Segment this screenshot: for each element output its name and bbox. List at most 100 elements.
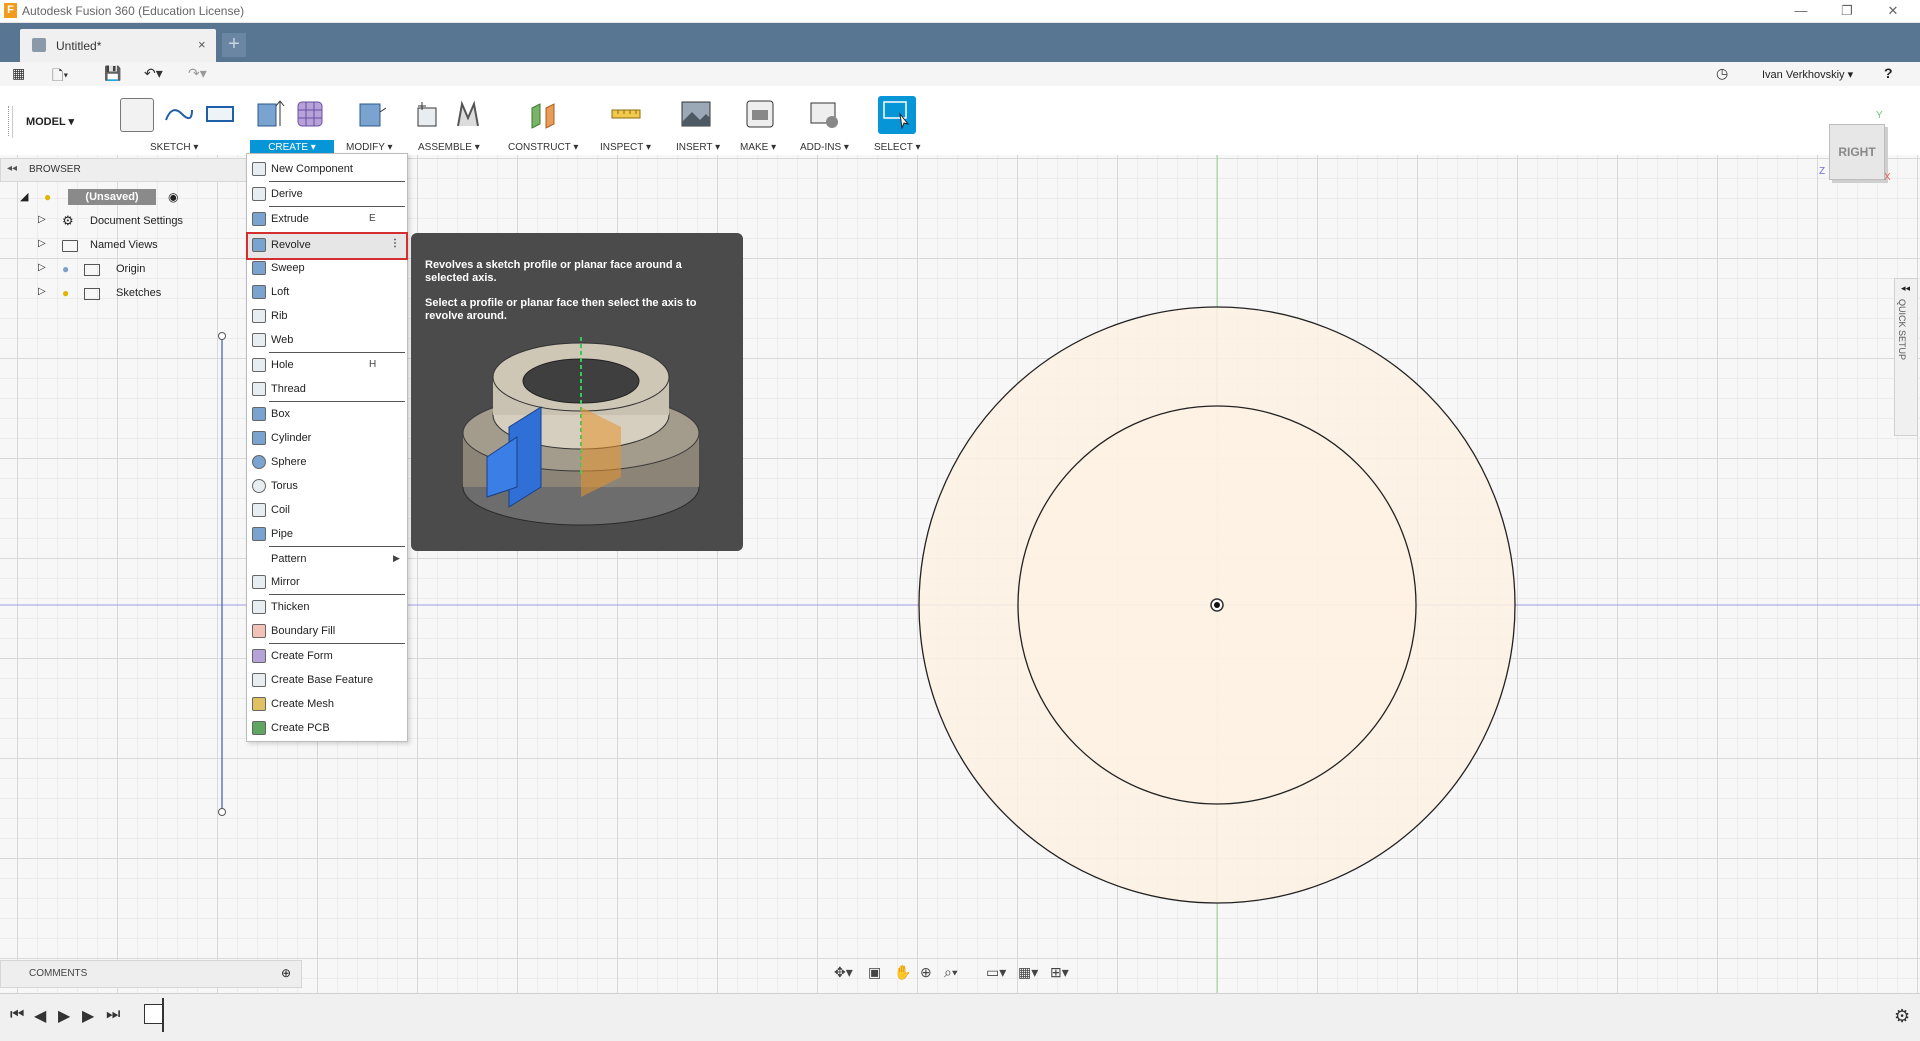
measure-icon[interactable] [610, 98, 642, 130]
menu-item-derive[interactable]: Derive [247, 183, 407, 205]
menu-item-new-component[interactable]: New Component [247, 158, 407, 180]
browser-header[interactable]: ◂◂ BROWSER [0, 158, 248, 182]
step-forward-icon[interactable]: ▶ [82, 1006, 94, 1026]
close-window-button[interactable]: ✕ [1870, 0, 1916, 22]
restore-button[interactable]: ❐ [1824, 0, 1870, 22]
tree-item-named-views[interactable]: ▷ Named Views [0, 234, 200, 256]
viewports-icon[interactable]: ⊞▾ [1050, 964, 1069, 981]
menu-item-torus[interactable]: Torus [247, 475, 407, 497]
redo-icon[interactable]: ↷▾ [188, 65, 207, 82]
inspect-group[interactable]: INSPECT ▾ [596, 90, 660, 153]
menu-item-create-form[interactable]: Create Form [247, 645, 407, 667]
menu-item-sweep[interactable]: Sweep [247, 257, 407, 279]
3d-print-icon[interactable] [744, 98, 776, 130]
tree-item-origin[interactable]: ▷ ● Origin [0, 258, 200, 280]
menu-item-boundary-fill[interactable]: Boundary Fill [247, 620, 407, 642]
save-icon[interactable]: 💾 [104, 65, 121, 82]
user-menu[interactable]: Ivan Verkhovskiy ▾ [1762, 68, 1853, 81]
menu-item-sphere[interactable]: Sphere [247, 451, 407, 473]
menu-item-extrude[interactable]: Extrude E [247, 208, 407, 230]
root-component-label[interactable]: (Unsaved) [68, 189, 156, 205]
timeline-sketch-feature-icon[interactable] [144, 1004, 164, 1024]
menu-item-box[interactable]: Box [247, 403, 407, 425]
menu-item-thread[interactable]: Thread [247, 378, 407, 400]
go-to-end-icon[interactable]: ⏭ [106, 1006, 120, 1024]
add-comment-icon[interactable]: ⊕ [281, 966, 291, 980]
expand-triangle-icon[interactable]: ▷ [38, 214, 46, 225]
new-tab-button[interactable]: + [222, 33, 246, 57]
select-menu-label[interactable]: SELECT ▾ [874, 142, 921, 153]
menu-item-cylinder[interactable]: Cylinder [247, 427, 407, 449]
menu-item-create-mesh[interactable]: Create Mesh [247, 693, 407, 715]
insert-image-icon[interactable] [680, 98, 712, 130]
rectangle-icon[interactable] [204, 98, 236, 130]
joint-icon[interactable] [452, 98, 484, 130]
line-icon[interactable] [162, 98, 194, 130]
press-pull-icon[interactable] [354, 98, 387, 130]
quick-setup-panel[interactable]: ◂◂ QUICK SETUP [1894, 278, 1918, 436]
workspace-switcher[interactable]: MODEL ▾ [12, 106, 87, 138]
scripts-addins-icon[interactable] [808, 98, 840, 130]
construct-group[interactable]: CONSTRUCT ▾ [504, 90, 584, 153]
new-component-icon[interactable] [412, 98, 444, 130]
modify-menu-label[interactable]: MODIFY ▾ [346, 142, 393, 153]
menu-item-create-base-feature[interactable]: Create Base Feature [247, 669, 407, 691]
modify-group[interactable]: MODIFY ▾ [344, 90, 400, 153]
grid-settings-icon[interactable]: ▦▾ [1018, 964, 1038, 981]
menu-item-hole[interactable]: Hole H [247, 354, 407, 376]
menu-item-pipe[interactable]: Pipe [247, 523, 407, 545]
viewcube-face[interactable]: RIGHT [1829, 124, 1885, 180]
viewcube[interactable]: RIGHT Y Z X [1812, 110, 1912, 190]
go-to-start-icon[interactable]: ⏮ [10, 1006, 24, 1024]
more-options-icon[interactable]: ⋮ [390, 238, 400, 249]
display-settings-icon[interactable]: ▭▾ [986, 964, 1006, 981]
activate-radio-icon[interactable]: ◉ [168, 190, 178, 204]
menu-item-coil[interactable]: Coil [247, 499, 407, 521]
menu-item-mirror[interactable]: Mirror [247, 571, 407, 593]
expand-triangle-icon[interactable]: ▷ [38, 262, 46, 273]
browser-root-row[interactable]: ◢ ● (Unsaved) ◉ [0, 186, 200, 208]
create-sketch-icon[interactable] [120, 98, 154, 132]
document-tab[interactable]: Untitled* × [20, 29, 216, 62]
pan-hand-icon[interactable]: ✋ [894, 964, 911, 981]
look-at-icon[interactable]: ▣ [868, 964, 881, 981]
undo-icon[interactable]: ↶▾ [144, 65, 163, 82]
visibility-bulb-icon[interactable]: ● [44, 190, 51, 204]
tree-item-document-settings[interactable]: ▷ ⚙ Document Settings [0, 210, 200, 232]
visibility-bulb-icon[interactable]: ● [62, 286, 69, 300]
timeline-settings-gear-icon[interactable]: ⚙ [1894, 1006, 1910, 1027]
visibility-bulb-icon[interactable]: ● [62, 262, 69, 276]
step-back-icon[interactable]: ◀ [34, 1006, 46, 1026]
expand-triangle-icon[interactable]: ▷ [38, 286, 46, 297]
close-tab-icon[interactable]: × [198, 37, 206, 52]
make-group[interactable]: MAKE ▾ [736, 90, 786, 153]
insert-menu-label[interactable]: INSERT ▾ [676, 142, 720, 153]
collapse-icon[interactable]: ◂◂ [7, 163, 17, 174]
construct-menu-label[interactable]: CONSTRUCT ▾ [508, 142, 578, 153]
expand-triangle-icon[interactable]: ▷ [38, 238, 46, 249]
minimize-button[interactable]: — [1778, 0, 1824, 22]
fit-zoom-icon[interactable]: ⌕▾ [944, 964, 958, 981]
add-ins-group[interactable]: ADD-INS ▾ [796, 90, 856, 153]
play-icon[interactable]: ▶ [58, 1006, 70, 1026]
help-icon[interactable]: ? [1884, 65, 1893, 81]
expand-icon[interactable]: ◂◂ [1901, 283, 1910, 294]
select-icon[interactable] [878, 96, 916, 134]
orbit-icon[interactable]: ✥▾ [834, 964, 853, 981]
assemble-menu-label[interactable]: ASSEMBLE ▾ [418, 142, 480, 153]
menu-item-pattern[interactable]: Pattern ▶ [247, 548, 407, 570]
sketch-menu-label[interactable]: SKETCH ▾ [150, 142, 198, 153]
sketch-group[interactable]: SKETCH ▾ [112, 90, 252, 153]
zoom-icon[interactable]: ⊕ [920, 964, 932, 981]
tree-item-sketches[interactable]: ▷ ● Sketches [0, 282, 200, 304]
menu-item-web[interactable]: Web [247, 329, 407, 351]
make-menu-label[interactable]: MAKE ▾ [740, 142, 776, 153]
create-group[interactable]: CREATE ▾ [250, 90, 334, 156]
collapse-triangle-icon[interactable]: ◢ [20, 190, 28, 203]
menu-item-rib[interactable]: Rib [247, 305, 407, 327]
data-panel-grid-icon[interactable]: ▦ [12, 65, 25, 82]
job-status-clock-icon[interactable]: ◷ [1716, 65, 1728, 82]
assemble-group[interactable]: ASSEMBLE ▾ [410, 90, 490, 153]
menu-item-loft[interactable]: Loft [247, 281, 407, 303]
extrude-icon[interactable] [254, 98, 286, 130]
